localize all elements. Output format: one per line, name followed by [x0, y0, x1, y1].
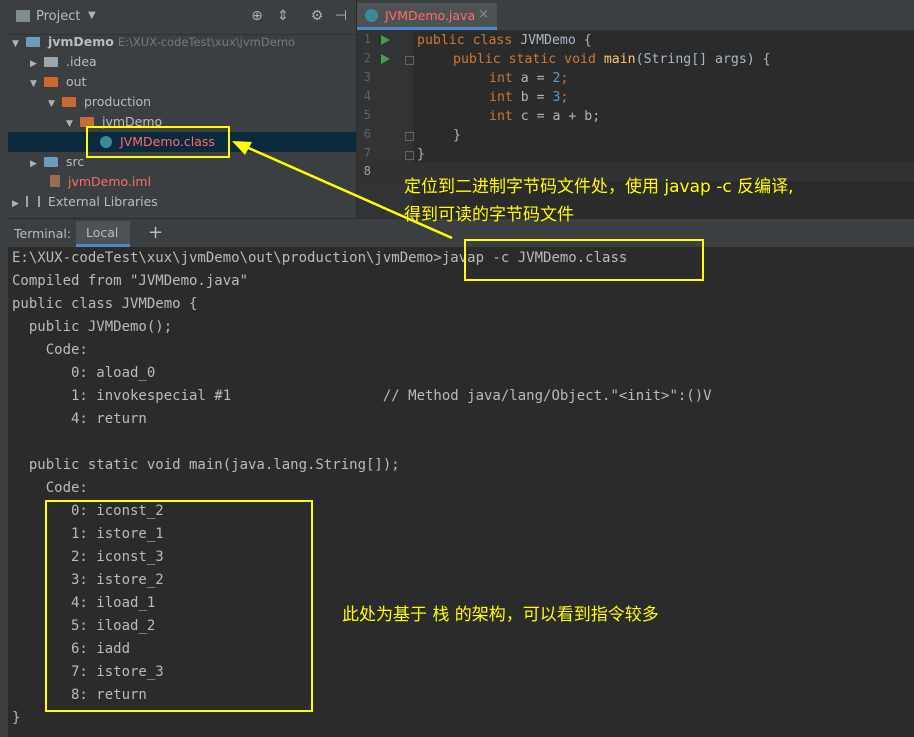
annotation-stack-text: 此处为基于 栈 的架构，可以看到指令较多: [342, 605, 659, 625]
annotation-readable-text: 得到可读的字节码文件: [404, 205, 574, 225]
annotation-locate-text: 定位到二进制字节码文件处，使用 javap -c 反编译,: [404, 177, 794, 197]
annotation-arrow: [232, 141, 453, 240]
